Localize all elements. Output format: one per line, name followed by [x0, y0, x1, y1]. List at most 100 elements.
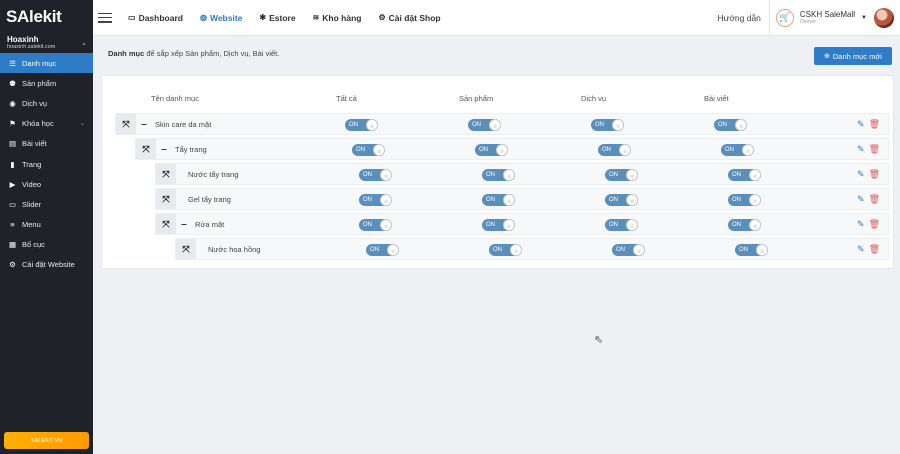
category-name: Nước hoa hồng	[208, 244, 261, 254]
toggle-articles[interactable]: ON |||	[721, 144, 754, 156]
trash-icon[interactable]: 🗑	[869, 194, 880, 205]
collapse-icon[interactable]: –	[159, 144, 169, 155]
sidebar-item[interactable]: ☰ Danh mục	[0, 53, 93, 74]
sidebar-item[interactable]: ≡ Menu	[0, 215, 93, 235]
toggle-knob: |||	[626, 219, 638, 231]
toggle-label: ON	[609, 172, 618, 178]
toggle-all[interactable]: ON |||	[359, 194, 392, 206]
sidebar-item[interactable]: ⚙ Cài đặt Website	[0, 255, 93, 275]
trash-icon[interactable]: 🗑	[869, 244, 880, 255]
trash-icon[interactable]: 🗑	[869, 219, 880, 230]
toggle-articles[interactable]: ON |||	[735, 244, 768, 256]
menu-icon: ≡	[10, 220, 15, 230]
drag-handle-icon[interactable]: ⤧	[156, 214, 176, 234]
pencil-icon[interactable]: ✎	[857, 219, 865, 230]
sidebar-item-label: Danh mục	[22, 58, 57, 68]
toggle-services[interactable]: ON |||	[605, 219, 638, 231]
sidebar-item[interactable]: ▦ Bố cục	[0, 235, 93, 255]
category-row[interactable]: ⤧ – Rửa mặt ON ||| ON ||| ON ||| ON ||| ✎ 🗑	[155, 213, 889, 235]
sidebar-item[interactable]: ◉ Dịch vụ	[0, 93, 93, 113]
sidebar-item-label: Menu	[22, 220, 41, 230]
user-menu[interactable]: CSKH SaleMall Owner	[800, 10, 855, 25]
category-row[interactable]: ⤧ – Skin care da mặt ON ||| ON ||| ON ||| ON ||| ✎ 🗑	[115, 113, 889, 135]
avatar[interactable]	[874, 7, 894, 28]
promo-banner[interactable]: SALEKIT.VN	[4, 432, 89, 449]
category-row[interactable]: ⤧ – Tẩy trang ON ||| ON ||| ON ||| ON ||| ✎ 🗑	[135, 138, 889, 160]
toggle-products[interactable]: ON |||	[482, 194, 515, 206]
toggle-articles[interactable]: ON |||	[728, 169, 761, 181]
category-card: Tên danh mục Tất cả Sản phẩm Dịch vụ Bài…	[101, 75, 894, 269]
drag-handle-icon[interactable]: ⤧	[156, 164, 176, 184]
toggle-all[interactable]: ON |||	[359, 219, 392, 231]
sidebar-item-label: Dịch vụ	[22, 98, 48, 108]
topnav-item[interactable]: ✱ Estore	[259, 13, 295, 23]
toggle-services[interactable]: ON |||	[612, 244, 645, 256]
trash-icon[interactable]: 🗑	[869, 169, 880, 180]
drag-handle-icon[interactable]: ⤧	[176, 239, 196, 259]
sidebar-item[interactable]: ▶ Video	[0, 174, 93, 194]
toggle-services[interactable]: ON |||	[591, 119, 624, 131]
toggle-label: ON	[363, 197, 372, 203]
sidebar-item-label: Khóa học	[22, 119, 54, 129]
toggle-label: ON	[732, 172, 741, 178]
toggle-all[interactable]: ON |||	[352, 144, 385, 156]
category-row[interactable]: ⤧ Gel tẩy trang ON ||| ON ||| ON ||| ON ||| ✎ 🗑	[155, 188, 889, 210]
shop-switcher[interactable]: Hoaxinh hoaxinh.salekit.com ⌄	[0, 33, 93, 52]
drag-handle-icon[interactable]: ⤧	[116, 114, 136, 134]
toggle-products[interactable]: ON |||	[475, 144, 508, 156]
toggle-articles[interactable]: ON |||	[728, 219, 761, 231]
box-icon: ⚉	[9, 78, 16, 88]
row-actions: ✎ 🗑	[857, 144, 880, 155]
toggle-all[interactable]: ON |||	[359, 169, 392, 181]
sidebar-item[interactable]: ⚑ Khóa học ⌄	[0, 114, 93, 134]
toggle-services[interactable]: ON |||	[605, 169, 638, 181]
toggle-articles[interactable]: ON |||	[728, 194, 761, 206]
sidebar-item[interactable]: ▤ Bài viết	[0, 134, 93, 154]
toggle-products[interactable]: ON |||	[489, 244, 522, 256]
drag-handle-icon[interactable]: ⤧	[156, 189, 176, 209]
topnav-label: Cài đặt Shop	[388, 12, 441, 23]
topnav-item[interactable]: ⚙ Cài đặt Shop	[378, 13, 440, 23]
cart-icon[interactable]: 🛒	[775, 8, 794, 27]
collapse-icon[interactable]: –	[179, 219, 189, 230]
topnav-item[interactable]: ◍ Website	[200, 13, 242, 23]
sidebar-item[interactable]: ⚉ Sản phẩm	[0, 73, 93, 93]
category-row[interactable]: ⤧ Nước tẩy trang ON ||| ON ||| ON ||| ON ||| ✎ 🗑	[155, 163, 889, 185]
row-actions: ✎ 🗑	[857, 244, 880, 255]
toggle-products[interactable]: ON |||	[482, 169, 515, 181]
pencil-icon[interactable]: ✎	[857, 144, 865, 155]
sidebar-item-label: Cài đặt Website	[22, 260, 75, 270]
toggle-all[interactable]: ON |||	[345, 119, 378, 131]
pencil-icon[interactable]: ✎	[857, 119, 865, 130]
topnav-item[interactable]: ▭ Dashboard	[128, 13, 183, 23]
trash-icon[interactable]: 🗑	[869, 119, 880, 130]
hamburger-icon[interactable]	[98, 12, 112, 23]
sidebar-item[interactable]: ▮ Trang	[0, 154, 93, 174]
sidebar-item[interactable]: ▭ Slider	[0, 194, 93, 214]
page-description: Danh mục để sắp xếp Sản phẩm, Dịch vụ, B…	[108, 49, 279, 58]
toggle-services[interactable]: ON |||	[598, 144, 631, 156]
chevron-down-icon: ⌄	[81, 39, 87, 47]
toggle-products[interactable]: ON |||	[482, 219, 515, 231]
slider-icon: ▭	[8, 199, 17, 209]
toggle-services[interactable]: ON |||	[605, 194, 638, 206]
pencil-icon[interactable]: ✎	[857, 169, 865, 180]
pencil-icon[interactable]: ✎	[857, 244, 865, 255]
drag-handle-icon[interactable]: ⤧	[136, 139, 156, 159]
toggle-articles[interactable]: ON |||	[714, 119, 747, 131]
toggle-all[interactable]: ON |||	[366, 244, 399, 256]
toggle-label: ON	[609, 222, 618, 228]
new-category-button[interactable]: ⊕ Danh mục mới	[814, 47, 892, 65]
trash-icon[interactable]: 🗑	[869, 144, 880, 155]
caret-down-icon[interactable]: ▼	[861, 15, 867, 21]
collapse-icon[interactable]: –	[139, 119, 149, 130]
toggle-knob: |||	[626, 194, 638, 206]
toggle-knob: |||	[633, 244, 645, 256]
toggle-knob: |||	[503, 194, 515, 206]
help-link[interactable]: Hướng dẫn	[718, 13, 761, 23]
topnav-item[interactable]: ≋ Kho hàng	[313, 13, 362, 23]
category-row[interactable]: ⤧ Nước hoa hồng ON ||| ON ||| ON ||| ON ||| ✎ 🗑	[175, 238, 889, 260]
brand-logo[interactable]: SAlekit	[0, 0, 93, 33]
toggle-products[interactable]: ON |||	[468, 119, 501, 131]
pencil-icon[interactable]: ✎	[857, 194, 865, 205]
